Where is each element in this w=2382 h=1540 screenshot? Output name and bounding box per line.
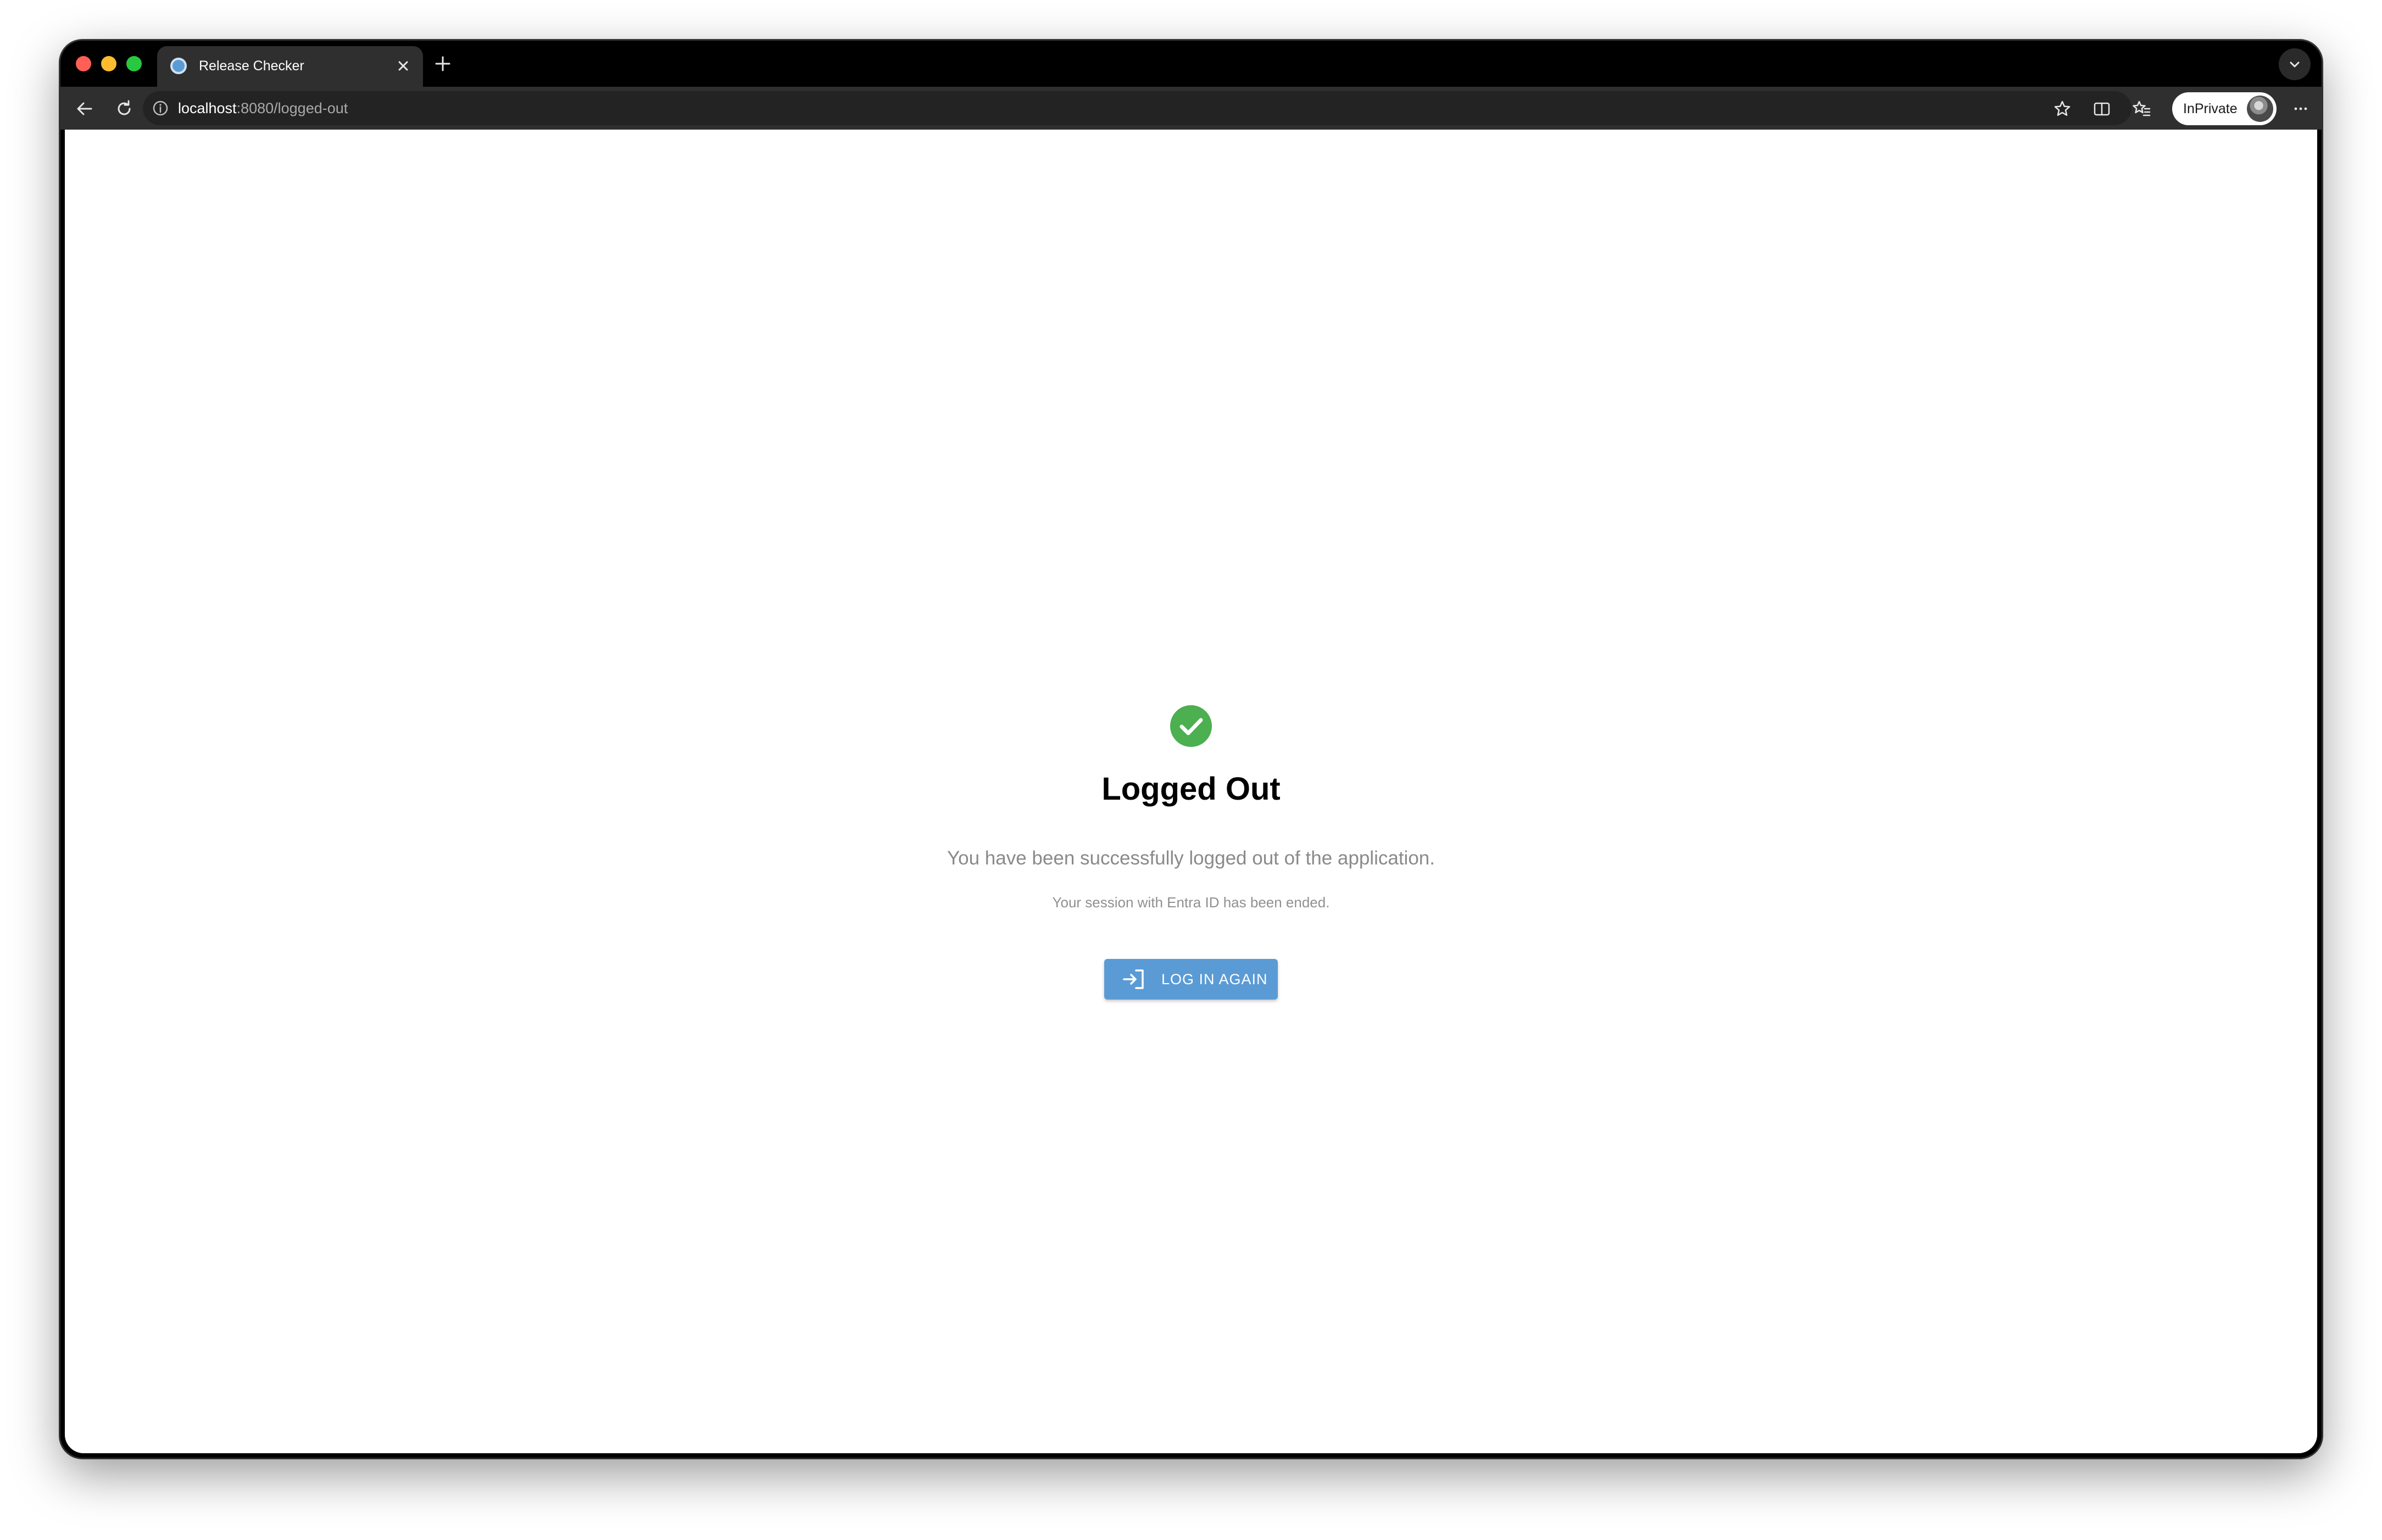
url-path: :8080/logged-out: [236, 100, 348, 116]
address-bar[interactable]: localhost:8080/logged-out: [143, 91, 2131, 125]
tab-release-checker[interactable]: Release Checker: [157, 46, 423, 87]
minimize-window-button[interactable]: [101, 56, 116, 71]
star-icon[interactable]: [2049, 96, 2075, 122]
login-icon: [1122, 968, 1146, 990]
arrow-left-icon[interactable]: [71, 96, 98, 122]
url-host: localhost: [178, 100, 237, 116]
page-title: Logged Out: [1101, 771, 1281, 807]
browser-toolbar: localhost:8080/logged-out InPrivate: [60, 87, 2322, 130]
page-content: Logged Out You have been successfully lo…: [65, 130, 2317, 1453]
split-screen-icon[interactable]: [2089, 96, 2115, 122]
chevron-down-icon[interactable]: [2279, 48, 2311, 80]
close-icon[interactable]: [393, 56, 413, 76]
inprivate-profile-button[interactable]: InPrivate: [2172, 92, 2277, 125]
tab-title: Release Checker: [199, 58, 304, 74]
log-in-again-label: LOG IN AGAIN: [1161, 971, 1268, 987]
more-icon[interactable]: [2288, 96, 2314, 122]
plus-icon[interactable]: [432, 53, 454, 75]
avatar: [2247, 96, 2273, 122]
session-note: Your session with Entra ID has been ende…: [1052, 894, 1330, 911]
browser-window: Release Checker localhost:8080/logged-ou…: [60, 41, 2322, 1458]
close-window-button[interactable]: [76, 56, 91, 71]
tab-strip: Release Checker: [60, 41, 2322, 87]
inprivate-label: InPrivate: [2183, 101, 2238, 116]
info-icon[interactable]: [152, 99, 169, 117]
maximize-window-button[interactable]: [126, 56, 142, 71]
reload-icon[interactable]: [111, 96, 137, 122]
url-text: localhost:8080/logged-out: [178, 98, 348, 118]
log-in-again-button[interactable]: LOG IN AGAIN: [1104, 959, 1278, 1000]
logout-message: You have been successfully logged out of…: [947, 847, 1435, 869]
check-circle-icon: [1170, 705, 1212, 747]
favorites-icon[interactable]: [2128, 96, 2155, 122]
app-globe-icon: [170, 58, 187, 74]
